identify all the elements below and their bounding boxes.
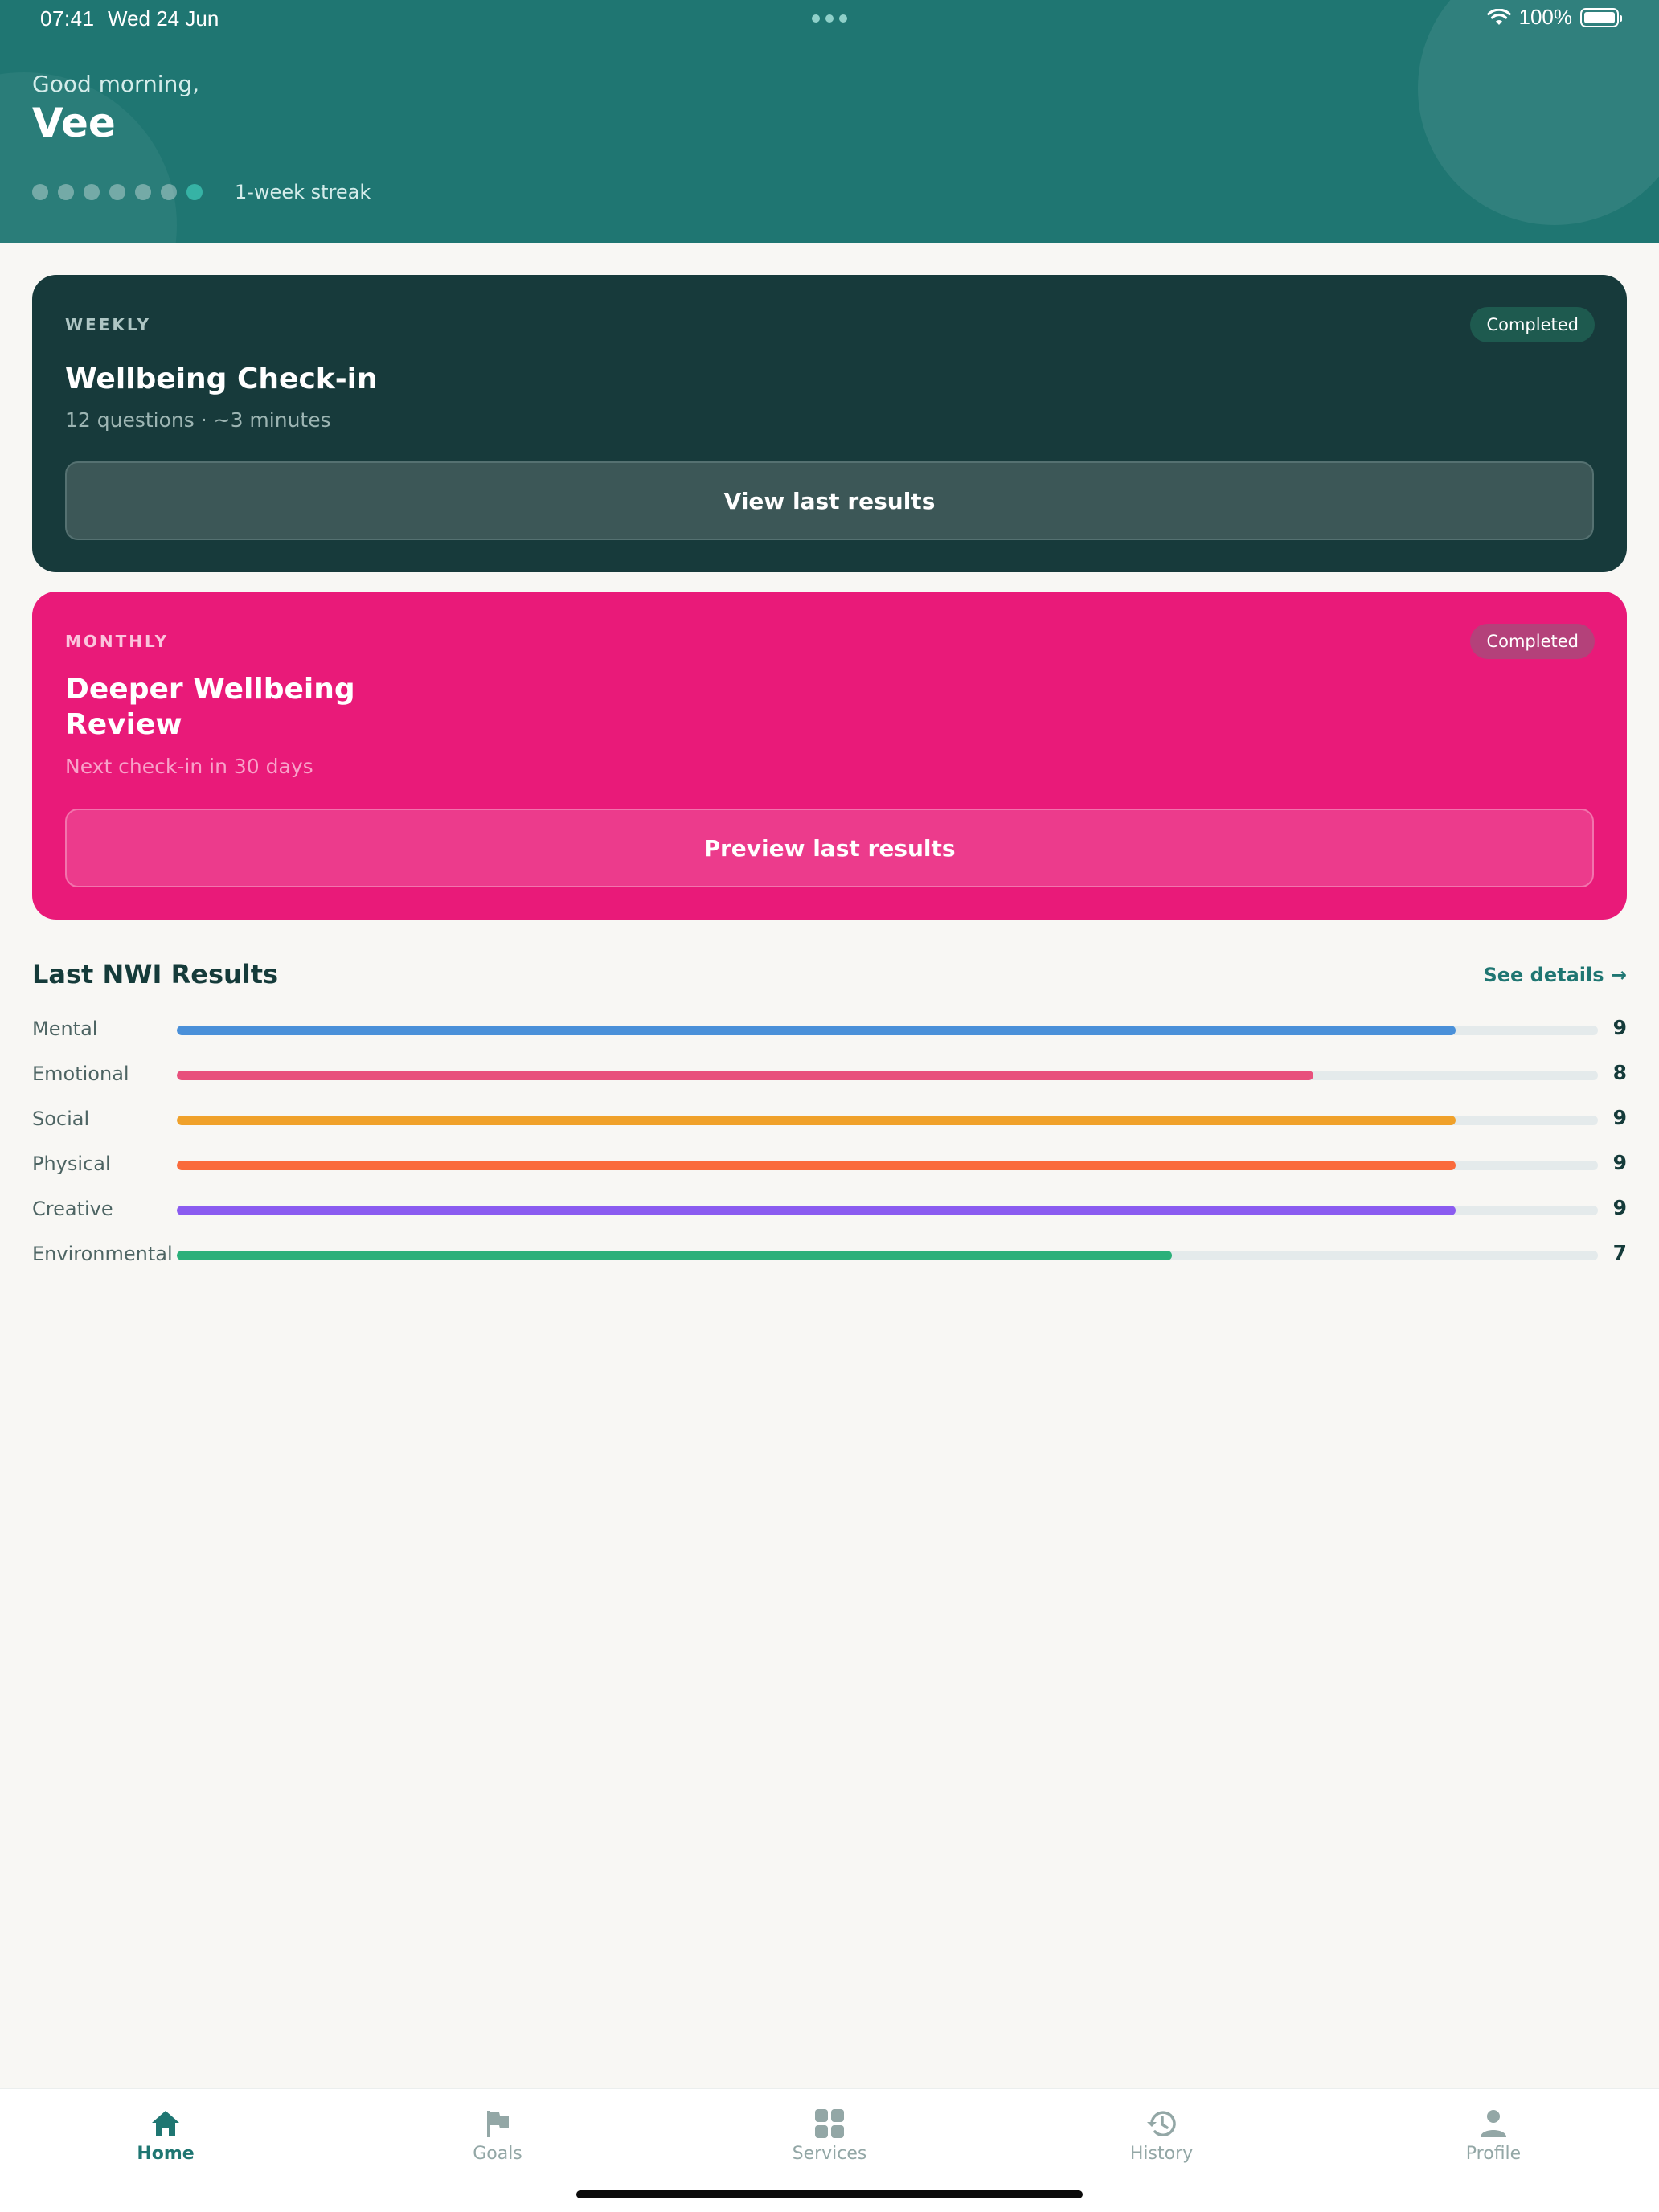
result-bar bbox=[177, 1071, 1314, 1080]
result-track bbox=[177, 1251, 1598, 1260]
wifi-icon bbox=[1486, 8, 1511, 25]
streak-dot bbox=[32, 184, 48, 200]
home-icon bbox=[152, 2111, 179, 2136]
result-label: Physical bbox=[32, 1153, 111, 1175]
result-value: 9 bbox=[1612, 1016, 1627, 1039]
result-row-mental: Mental 9 bbox=[32, 1008, 1627, 1053]
result-track bbox=[177, 1116, 1598, 1125]
result-row-social: Social 9 bbox=[32, 1098, 1627, 1143]
status-time: 07:41 bbox=[40, 6, 95, 31]
tab-services[interactable]: Services bbox=[749, 2108, 910, 2164]
header: 07:41 Wed 24 Jun 100% Good morning, Vee … bbox=[0, 0, 1659, 243]
result-label: Social bbox=[32, 1108, 90, 1130]
tab-label: Home bbox=[137, 2144, 195, 2164]
tab-history[interactable]: History bbox=[1081, 2108, 1242, 2164]
result-bar bbox=[177, 1026, 1456, 1035]
results-title: Last NWI Results bbox=[32, 959, 279, 989]
streak-indicator: 1-week streak bbox=[32, 181, 371, 203]
result-bar bbox=[177, 1116, 1456, 1125]
view-last-results-button[interactable]: View last results bbox=[65, 461, 1594, 540]
card-title: Wellbeing Check-in bbox=[65, 363, 378, 395]
greeting: Good morning, bbox=[32, 71, 200, 97]
person-icon bbox=[1481, 2110, 1506, 2137]
user-name: Vee bbox=[32, 100, 116, 146]
grid-icon bbox=[815, 2109, 844, 2138]
tab-home[interactable]: Home bbox=[85, 2108, 246, 2164]
tab-label: History bbox=[1129, 2144, 1194, 2164]
see-details-link[interactable]: See details → bbox=[1483, 964, 1627, 986]
streak-dot bbox=[161, 184, 177, 200]
card-kicker: WEEKLY bbox=[65, 315, 151, 334]
tab-label: Services bbox=[792, 2144, 867, 2164]
result-bar bbox=[177, 1161, 1456, 1170]
result-value: 9 bbox=[1612, 1196, 1627, 1219]
weekly-checkin-card: WEEKLY Completed Wellbeing Check-in 12 q… bbox=[32, 275, 1627, 572]
result-track bbox=[177, 1071, 1598, 1080]
result-row-environmental: Environmental 7 bbox=[32, 1233, 1627, 1278]
card-kicker: MONTHLY bbox=[65, 632, 170, 651]
result-value: 9 bbox=[1612, 1151, 1627, 1174]
streak-dot bbox=[186, 184, 203, 200]
tab-label: Profile bbox=[1465, 2144, 1522, 2164]
streak-dot bbox=[58, 184, 74, 200]
result-bar bbox=[177, 1251, 1172, 1260]
tab-profile[interactable]: Profile bbox=[1413, 2108, 1574, 2164]
result-value: 9 bbox=[1612, 1106, 1627, 1129]
result-row-physical: Physical 9 bbox=[32, 1143, 1627, 1188]
preview-last-results-button[interactable]: Preview last results bbox=[65, 809, 1594, 887]
card-subtitle: 12 questions · ~3 minutes bbox=[65, 408, 331, 432]
result-bar bbox=[177, 1206, 1456, 1215]
flag-icon bbox=[487, 2111, 509, 2137]
streak-dot bbox=[109, 184, 125, 200]
decorative-circle bbox=[0, 72, 177, 243]
tab-goals[interactable]: Goals bbox=[417, 2108, 578, 2164]
result-row-emotional: Emotional 8 bbox=[32, 1053, 1627, 1098]
result-label: Environmental bbox=[32, 1243, 173, 1265]
result-track bbox=[177, 1161, 1598, 1170]
streak-dot bbox=[84, 184, 100, 200]
decorative-circle bbox=[1418, 0, 1659, 225]
streak-dot bbox=[135, 184, 151, 200]
battery-percentage: 100% bbox=[1518, 5, 1573, 29]
result-row-creative: Creative 9 bbox=[32, 1188, 1627, 1233]
status-badge: Completed bbox=[1470, 307, 1595, 342]
result-track bbox=[177, 1206, 1598, 1215]
result-value: 8 bbox=[1612, 1061, 1627, 1084]
result-label: Creative bbox=[32, 1198, 113, 1220]
monthly-review-card: MONTHLY Completed Deeper Wellbeing Revie… bbox=[32, 592, 1627, 920]
card-subtitle: Next check-in in 30 days bbox=[65, 755, 313, 778]
results-list: Mental 9 Emotional 8 Social 9 Physical 9 Creativ… bbox=[32, 1008, 1627, 1278]
battery-icon bbox=[1580, 7, 1622, 27]
card-title: Deeper Wellbeing Review bbox=[65, 673, 355, 741]
result-label: Emotional bbox=[32, 1063, 129, 1085]
result-track bbox=[177, 1026, 1598, 1035]
status-badge: Completed bbox=[1470, 624, 1595, 659]
status-date: Wed 24 Jun bbox=[108, 6, 219, 31]
status-indicators: 100% bbox=[1486, 5, 1622, 30]
home-indicator[interactable] bbox=[576, 2190, 1083, 2198]
multitasking-dots-icon[interactable] bbox=[812, 14, 847, 23]
result-value: 7 bbox=[1612, 1241, 1627, 1264]
tab-label: Goals bbox=[473, 2144, 522, 2164]
history-icon bbox=[1147, 2111, 1176, 2136]
streak-label: 1-week streak bbox=[235, 181, 371, 203]
result-label: Mental bbox=[32, 1018, 98, 1040]
